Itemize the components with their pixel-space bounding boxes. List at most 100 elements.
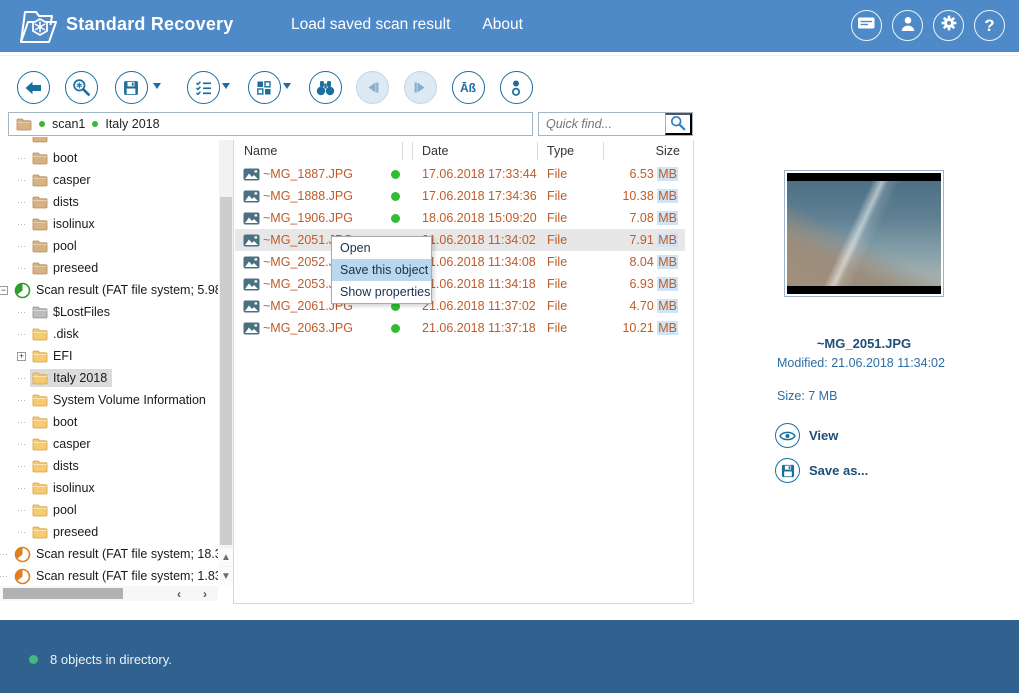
column-header-name[interactable]: Name [244,140,394,162]
license-button[interactable] [851,10,882,41]
context-menu-item-save-this-object[interactable]: Save this object [332,259,431,281]
status-green-dot [29,655,38,664]
tree-connector: ⋯ [17,504,27,515]
size-unit-highlight: MB [657,167,678,181]
encoding-button[interactable]: Āß [451,71,485,104]
crumb-status-dot [92,121,99,127]
tree-hscroll-thumb[interactable] [3,588,123,599]
folder-yellow-icon [32,460,48,473]
tree-item-dists[interactable]: ⋯ dists [0,191,218,213]
tree-item-preseed[interactable]: ⋯ preseed [0,257,218,279]
floppy-icon [123,80,139,96]
file-row-mg-1887-jpg[interactable]: ~MG_1887.JPG 17.06.2018 17:33:44 File 6.53 … [235,163,685,185]
save-as-button[interactable]: Save as... [775,458,868,483]
file-list: Name Date Type Size ~MG_1887.JPG 17.06.2018 … [235,140,693,603]
collapse-icon[interactable]: − [0,285,8,295]
floppy-icon [775,458,800,483]
user-button[interactable] [892,10,923,41]
tree-item-scan-result-fat-file-system-5-98-g[interactable]: − Scan result (FAT file system; 5.98 G [0,279,218,301]
scan-button[interactable] [64,71,98,104]
folder-tan-icon [32,174,48,187]
find-button[interactable] [308,71,342,104]
back-button[interactable] [16,71,50,104]
gear-icon [940,14,958,37]
tree-item-label: Scan result (FAT file system; 1.83 G [36,569,218,583]
view-tiles-button[interactable] [247,71,281,104]
file-type: File [547,233,568,247]
tree-item-italy-2018[interactable]: ⋯ Italy 2018 [0,367,218,389]
context-menu-item-open[interactable]: Open [332,237,431,259]
menu-item-load-saved-scan-result[interactable]: Load saved scan result [291,16,450,34]
scroll-left-icon[interactable]: ‹ [168,586,190,601]
tree-item-isolinux[interactable]: ⋯ isolinux [0,213,218,235]
tree-item-system-volume-information[interactable]: ⋯ System Volume Information [0,389,218,411]
menu-item-about[interactable]: About [482,16,523,34]
tree-item-boot[interactable]: ⋯ boot [0,411,218,433]
file-list-header: Name Date Type Size [235,140,693,162]
quick-find-input[interactable] [539,113,665,135]
tree-item-isolinux[interactable]: ⋯ isolinux [0,477,218,499]
tree-item-scan-result-fat-file-system-1-83-g[interactable]: ⋯ Scan result (FAT file system; 1.83 G [0,565,218,586]
tree-item-label: boot [53,415,78,429]
breadcrumb[interactable]: scan1 Italy 2018 [8,112,533,136]
tree-item-disk[interactable]: ⋯ .disk [0,323,218,345]
folder-yellow-icon [32,416,48,429]
header-icons: ? [851,10,1005,41]
folder-tan-icon [32,262,48,275]
context-menu-item-show-properties[interactable]: Show properties [332,281,431,303]
tree-item-boot[interactable]: ⋯ boot [0,147,218,169]
folder-tan-icon [32,196,48,209]
tree-item-pool[interactable]: ⋯ pool [0,499,218,521]
column-header-date[interactable]: Date [422,140,532,162]
save-button[interactable] [114,71,148,104]
tree-horizontal-scrollbar[interactable]: ‹ › [0,586,218,601]
tree-item-pool[interactable]: ⋯ pool [0,235,218,257]
image-file-icon [243,251,261,273]
preview-modified: Modified: 21.06.2018 11:34:02 [777,356,945,370]
save-dropdown-caret[interactable] [152,83,161,89]
scroll-down-icon[interactable]: ▼ [219,567,233,585]
breadcrumb-item[interactable]: Italy 2018 [105,117,159,131]
status-text: 8 objects in directory. [50,652,172,667]
step-prev-button[interactable] [355,71,389,104]
image-file-icon [243,295,261,317]
file-row-mg-2061-jpg[interactable]: ~MG_2061.JPG 21.06.2018 11:37:02 File 4.70 … [235,295,685,317]
recovered-status-dot [391,207,401,229]
expand-icon[interactable]: + [17,351,26,361]
scroll-right-icon[interactable]: › [194,586,216,601]
tree-item-lostfiles[interactable]: ⋯ $LostFiles [0,301,218,323]
tree-item-preseed[interactable]: ⋯ preseed [0,521,218,543]
view-list-button[interactable] [186,71,220,104]
file-row-mg-2052-jpg[interactable]: ~MG_2052.JPG 21.06.2018 11:34:08 File 8.04 … [235,251,685,273]
gear-button[interactable] [933,10,964,41]
breadcrumb-item[interactable]: scan1 [52,117,85,131]
tree-item-casper[interactable]: ⋯ casper [0,433,218,455]
view-tiles-dropdown-caret[interactable] [282,83,291,89]
tree-item-scan-result-fat-file-system-18-36[interactable]: ⋯ Scan result (FAT file system; 18.36 [0,543,218,565]
file-row-mg-1888-jpg[interactable]: ~MG_1888.JPG 17.06.2018 17:34:36 File 10.38… [235,185,685,207]
file-size: 7.08 MB [629,211,678,225]
tree-vertical-scrollbar[interactable]: ▲ ▼ [219,140,233,585]
size-unit-highlight: MB [657,277,678,291]
step-next-button[interactable] [403,71,437,104]
tree-item-cropped[interactable] [0,137,218,147]
file-row-mg-1906-jpg[interactable]: ~MG_1906.JPG 18.06.2018 15:09:20 File 7.08 … [235,207,685,229]
selection-button[interactable] [499,71,533,104]
file-row-mg-2063-jpg[interactable]: ~MG_2063.JPG 21.06.2018 11:37:18 File 10.21… [235,317,685,339]
tree-item-efi[interactable]: + EFI [0,345,218,367]
tree-item-label: pool [53,239,77,253]
help-button[interactable]: ? [974,10,1005,41]
tree-item-casper[interactable]: ⋯ casper [0,169,218,191]
file-date: 21.06.2018 11:34:18 [422,277,536,291]
quick-find-search-button[interactable] [665,113,692,135]
view-button[interactable]: View [775,423,838,448]
file-date: 17.06.2018 17:33:44 [422,167,537,181]
folder-tan-icon [32,240,48,253]
scroll-up-icon[interactable]: ▲ [219,548,233,566]
file-row-mg-2053-jpg[interactable]: ~MG_2053.JPG 21.06.2018 11:34:18 File 6.93 … [235,273,685,295]
view-list-dropdown-caret[interactable] [221,83,230,89]
file-row-mg-2051-jpg[interactable]: ~MG_2051.JPG 21.06.2018 11:34:02 File 7.91 … [235,229,685,251]
tree-vscroll-thumb[interactable] [220,197,232,545]
tree-item-dists[interactable]: ⋯ dists [0,455,218,477]
size-unit-highlight: MB [657,189,678,203]
